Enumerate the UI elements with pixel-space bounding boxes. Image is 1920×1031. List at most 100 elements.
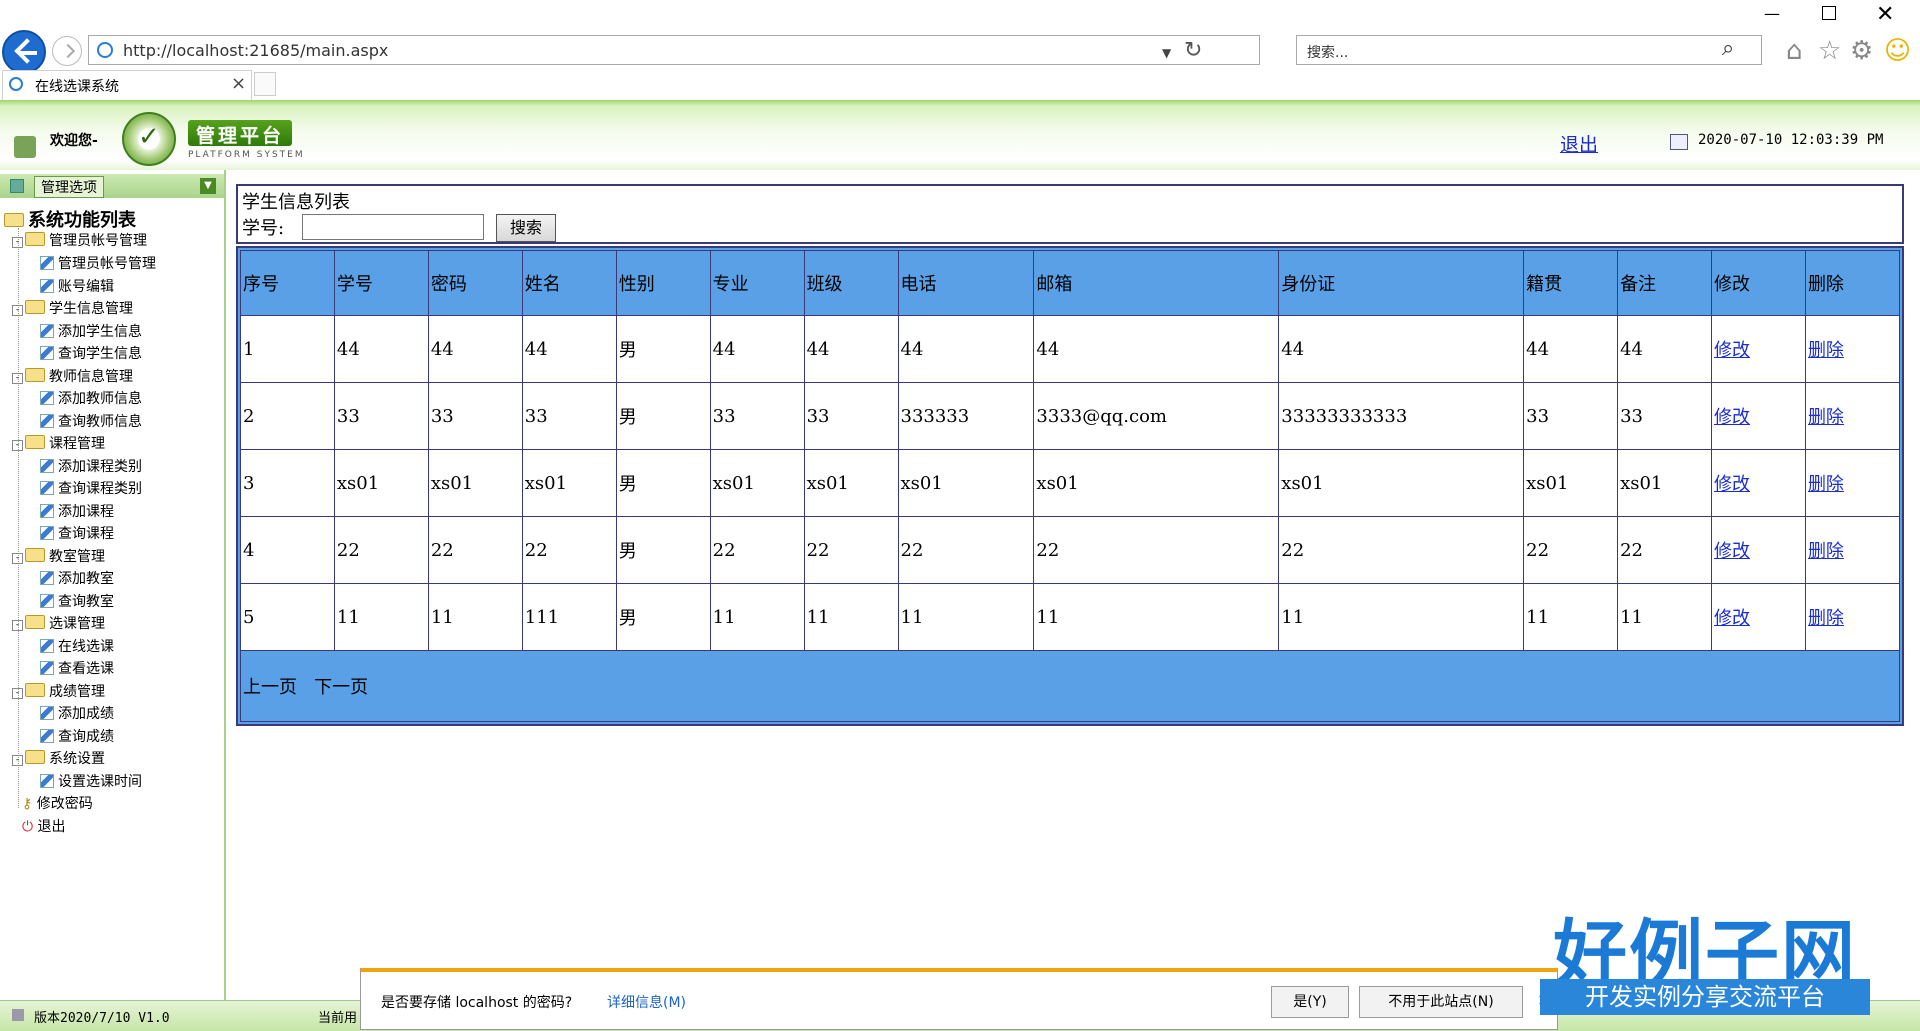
tree-item-add-student[interactable]: 添加学生信息 (40, 321, 142, 341)
minus-icon[interactable]: - (12, 440, 23, 451)
edit-icon (40, 729, 54, 743)
table-cell: 删除 (1804, 516, 1901, 584)
password-details-link[interactable]: 详细信息(M) (607, 992, 686, 1012)
delete-link[interactable]: 删除 (1808, 474, 1844, 495)
table-header-row: 序号 学号 密码 姓名 性别 专业 班级 电话 邮箱 身份证 籍贯 备注 修改 … (240, 250, 1901, 316)
tree-item-query-student[interactable]: 查询学生信息 (40, 343, 142, 363)
delete-link[interactable]: 删除 (1808, 407, 1844, 428)
minus-icon[interactable]: - (12, 373, 23, 384)
minus-icon[interactable]: - (12, 620, 23, 631)
tree-item-change-password[interactable]: ⚷ 修改密码 (22, 793, 93, 813)
home-icon[interactable]: ⌂ (1786, 36, 1803, 66)
tree-group-label: 管理员帐号管理 (49, 233, 147, 249)
tree-item-query-teacher[interactable]: 查询教师信息 (40, 411, 142, 431)
chevron-down-icon[interactable]: ▼ (1162, 46, 1171, 60)
refresh-icon[interactable]: ↻ (1184, 38, 1202, 63)
tree-group-teacher[interactable]: - 教师信息管理 (12, 366, 133, 386)
search-button[interactable]: 搜索 (496, 214, 556, 242)
tree-item-add-course-type[interactable]: 添加课程类别 (40, 456, 142, 476)
col-header: 备注 (1617, 250, 1713, 316)
close-icon[interactable]: ✕ (1876, 2, 1894, 27)
tree-root[interactable]: 系统功能列表 (4, 206, 136, 232)
address-url[interactable]: http://localhost:21685/main.aspx (123, 41, 388, 60)
user-icon (14, 136, 36, 158)
star-icon[interactable]: ☆ (1818, 36, 1841, 66)
col-header: 身份证 (1278, 250, 1525, 316)
tree-item-online-selection[interactable]: 在线选课 (40, 636, 114, 656)
edit-icon (40, 256, 54, 270)
table-cell: 删除 (1804, 315, 1901, 383)
minus-icon[interactable]: - (12, 305, 23, 316)
edit-link[interactable]: 修改 (1714, 474, 1750, 495)
col-header: 姓名 (521, 250, 617, 316)
address-bar[interactable]: http://localhost:21685/main.aspx (88, 35, 1260, 65)
gear-icon[interactable]: ⚙ (1850, 36, 1873, 66)
table-cell: 男 (615, 382, 711, 450)
edit-link[interactable]: 修改 (1714, 608, 1750, 629)
tree-group-settings[interactable]: - 系统设置 (12, 748, 105, 768)
student-no-input[interactable] (302, 214, 484, 240)
tree-item-view-selection[interactable]: 查看选课 (40, 658, 114, 678)
next-page-link[interactable]: 下一页 (314, 677, 368, 698)
delete-link[interactable]: 删除 (1808, 541, 1844, 562)
tree-item-add-course[interactable]: 添加课程 (40, 501, 114, 521)
table-row: 1 44 44 44 男 44 44 44 44 44 44 44 修改 删除 (240, 315, 1901, 383)
table-row: 3 xs01 xs01 xs01 男 xs01 xs01 xs01 xs01 xs01 xs01 xs… (240, 449, 1901, 517)
tab-close-icon[interactable]: × (231, 73, 246, 94)
tree-item-query-course[interactable]: 查询课程 (40, 523, 114, 543)
browser-search-input[interactable]: 搜索... (1296, 35, 1762, 65)
table-cell: 22 (803, 516, 899, 584)
table-cell: xs01 (897, 449, 1035, 517)
collapse-icon[interactable]: ▼ (200, 178, 216, 194)
minus-icon[interactable]: - (12, 755, 23, 766)
new-tab-button[interactable] (254, 72, 276, 96)
forward-button[interactable] (52, 36, 82, 66)
save-password-yes-button[interactable]: 是(Y) (1271, 986, 1349, 1018)
tree-group-grade[interactable]: - 成绩管理 (12, 681, 105, 701)
tree-item-label: 账号编辑 (58, 279, 114, 295)
tree-item-label: 添加成绩 (58, 706, 114, 722)
tree-item-label: 添加课程 (58, 504, 114, 520)
search-placeholder[interactable]: 搜索... (1307, 42, 1348, 62)
delete-link[interactable]: 删除 (1808, 608, 1844, 629)
tree-group-classroom[interactable]: - 教室管理 (12, 546, 105, 566)
tree-item-label: 管理员帐号管理 (58, 256, 156, 272)
tree-item-admin-account[interactable]: 管理员帐号管理 (40, 253, 156, 273)
tree-item-add-grade[interactable]: 添加成绩 (40, 703, 114, 723)
smiley-icon[interactable]: ☺ (1884, 36, 1911, 66)
minimize-icon[interactable]: — (1764, 4, 1780, 23)
tree-item-query-grade[interactable]: 查询成绩 (40, 726, 114, 746)
edit-link[interactable]: 修改 (1714, 541, 1750, 562)
table-cell: 删除 (1804, 583, 1901, 651)
tree-item-label: 查询课程 (58, 526, 114, 542)
sidebar-header-label[interactable]: 管理选项 (34, 176, 104, 198)
minus-icon[interactable]: - (12, 237, 23, 248)
tree-item-add-classroom[interactable]: 添加教室 (40, 568, 114, 588)
tree-item-set-selection-time[interactable]: 设置选课时间 (40, 771, 142, 791)
delete-link[interactable]: 删除 (1808, 340, 1844, 361)
tree-group-selection[interactable]: - 选课管理 (12, 613, 105, 633)
search-icon[interactable]: ⌕ (1722, 36, 1734, 61)
tree-item-label: 添加教师信息 (58, 391, 142, 407)
ie-icon (97, 42, 113, 58)
back-button[interactable] (2, 30, 46, 74)
edit-icon (40, 391, 54, 405)
tree-item-exit[interactable]: ⏻ 退出 (22, 816, 66, 836)
maximize-icon[interactable] (1822, 6, 1836, 20)
tree-item-query-classroom[interactable]: 查询教室 (40, 591, 114, 611)
tree-group-course[interactable]: - 课程管理 (12, 433, 105, 453)
edit-link[interactable]: 修改 (1714, 407, 1750, 428)
save-password-never-button[interactable]: 不用于此站点(N) (1359, 986, 1523, 1018)
logo-check-icon: ✓ (138, 122, 160, 152)
tree-group-admin[interactable]: - 管理员帐号管理 (12, 230, 147, 250)
minus-icon[interactable]: - (12, 553, 23, 564)
tree-item-add-teacher[interactable]: 添加教师信息 (40, 388, 142, 408)
prev-page-link[interactable]: 上一页 (243, 677, 297, 698)
logout-link[interactable]: 退出 (1560, 130, 1598, 157)
minus-icon[interactable]: - (12, 688, 23, 699)
tree-group-student[interactable]: - 学生信息管理 (12, 298, 133, 318)
edit-link[interactable]: 修改 (1714, 340, 1750, 361)
tree-item-query-course-type[interactable]: 查询课程类别 (40, 478, 142, 498)
browser-tab[interactable]: 在线选课系统 × (2, 70, 252, 100)
tree-item-account-edit[interactable]: 账号编辑 (40, 276, 114, 296)
